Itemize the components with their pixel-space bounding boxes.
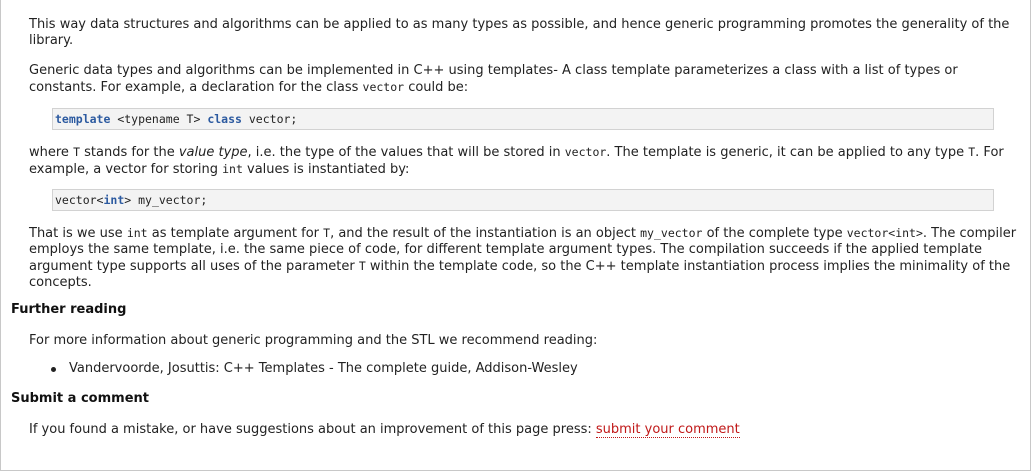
paragraph-instantiation: That is we use int as template argument … [29, 226, 1017, 290]
code-block-instantiation: vector<int> my_vector; [52, 189, 994, 211]
emphasis-value-type: value type [178, 145, 248, 160]
paragraph-value-type: where T stands for the value type, i.e. … [29, 145, 1004, 177]
heading-further-reading: Further reading [11, 302, 127, 317]
reading-list: Vandervoorde, Josuttis: C++ Templates - … [51, 361, 578, 377]
submit-comment-link[interactable]: submit your comment [595, 422, 740, 438]
list-item: Vandervoorde, Josuttis: C++ Templates - … [51, 361, 578, 377]
inline-code-vector: vector [362, 80, 405, 94]
paragraph-reading-intro: For more information about generic progr… [29, 333, 598, 348]
paragraph-generality: This way data structures and algorithms … [29, 17, 1010, 48]
paragraph-templates: Generic data types and algorithms can be… [29, 63, 958, 95]
code-block-template-declaration: template <typename T> class vector; [52, 108, 994, 130]
paragraph-submit: If you found a mistake, or have suggesti… [29, 422, 740, 438]
bullet-icon [51, 367, 56, 372]
heading-submit-comment: Submit a comment [11, 391, 149, 406]
